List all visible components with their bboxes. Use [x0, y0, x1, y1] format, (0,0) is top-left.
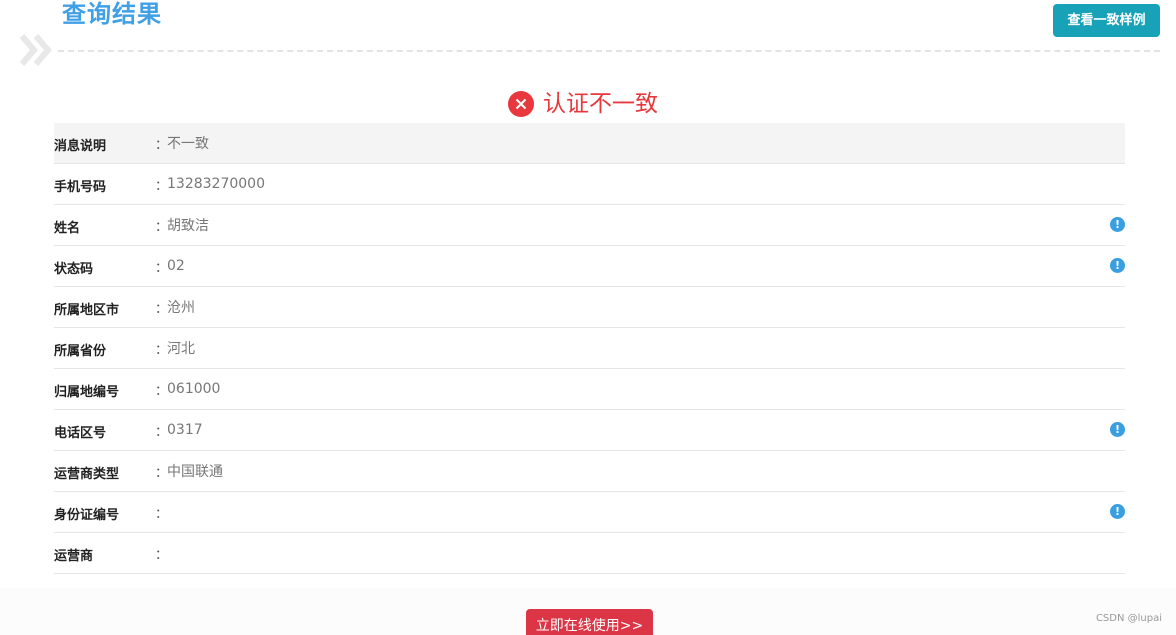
row-value: 沧州 — [167, 300, 195, 316]
table-row: 运营商类型 ：中国联通 — [54, 451, 1125, 492]
table-row: 状态码 ： 02! — [54, 246, 1125, 287]
row-label: 运营商类型 — [54, 466, 120, 482]
table-row: 电话区号 ： 0317! — [54, 410, 1125, 451]
row-label: 状态码 — [54, 261, 94, 277]
result-status-text: 认证不一致 — [543, 91, 658, 117]
table-row: 归属地编号 ： 061000 — [54, 369, 1125, 410]
table-row: 所属地区市 ：沧州 — [54, 287, 1125, 328]
row-separator: ： — [155, 465, 169, 481]
row-label: 消息说明 — [54, 138, 107, 154]
use-online-now-button[interactable]: 立即在线使用>> — [526, 609, 653, 635]
row-separator: ： — [155, 342, 169, 358]
row-separator: ： — [155, 219, 169, 235]
row-label: 所属省份 — [54, 343, 107, 359]
row-label: 归属地编号 — [54, 384, 120, 400]
double-chevron-right-icon — [19, 34, 52, 66]
row-separator: ： — [155, 178, 169, 194]
query-result-page: 查询结果 查看一致样例 认证不一致 消息说明：不一致 手机号码： 132832700… — [0, 0, 1176, 635]
row-separator: ： — [155, 506, 169, 522]
result-banner: 认证不一致 — [0, 88, 1176, 120]
row-value: 061000 — [167, 381, 221, 397]
result-info-table: 消息说明：不一致 手机号码： 13283270000 姓名：胡致洁! 状态码： 02! 所属… — [54, 123, 1125, 574]
table-row: 所属省份 ：河北 — [54, 328, 1125, 369]
row-value: 胡致洁 — [167, 218, 209, 234]
row-separator: ： — [155, 137, 169, 153]
table-row: 姓名 ：胡致洁! — [54, 205, 1125, 246]
row-separator: ： — [155, 383, 169, 399]
row-label: 姓名 — [54, 220, 81, 236]
info-exclamation-icon[interactable]: ! — [1110, 504, 1125, 519]
row-separator: ： — [155, 547, 169, 563]
watermark: CSDN @lupai — [1095, 613, 1162, 624]
row-label: 电话区号 — [54, 425, 107, 441]
table-row: 运营商 ： — [54, 533, 1125, 574]
table-row: 身份证编号 ：! — [54, 492, 1125, 533]
row-value: 13283270000 — [167, 176, 265, 192]
row-label: 所属地区市 — [54, 302, 120, 318]
row-value: 河北 — [167, 341, 195, 357]
row-label: 身份证编号 — [54, 507, 120, 523]
row-value: 02 — [167, 258, 185, 274]
header-divider — [58, 50, 1160, 52]
error-circle-x-icon — [508, 91, 534, 117]
table-row: 消息说明 ：不一致 — [54, 123, 1125, 164]
page-title: 查询结果 — [62, 0, 162, 28]
table-row: 手机号码 ： 13283270000 — [54, 164, 1125, 205]
row-separator: ： — [155, 424, 169, 440]
info-exclamation-icon[interactable]: ! — [1110, 422, 1125, 437]
view-consistent-sample-button[interactable]: 查看一致样例 — [1053, 4, 1160, 37]
row-value: 0317 — [167, 422, 203, 438]
row-separator: ： — [155, 260, 169, 276]
row-label: 手机号码 — [54, 179, 107, 195]
row-value: 不一致 — [167, 136, 209, 152]
row-label: 运营商 — [54, 548, 94, 564]
row-separator: ： — [155, 301, 169, 317]
row-value: 中国联通 — [167, 464, 223, 480]
info-exclamation-icon[interactable]: ! — [1110, 258, 1125, 273]
info-exclamation-icon[interactable]: ! — [1110, 217, 1125, 232]
